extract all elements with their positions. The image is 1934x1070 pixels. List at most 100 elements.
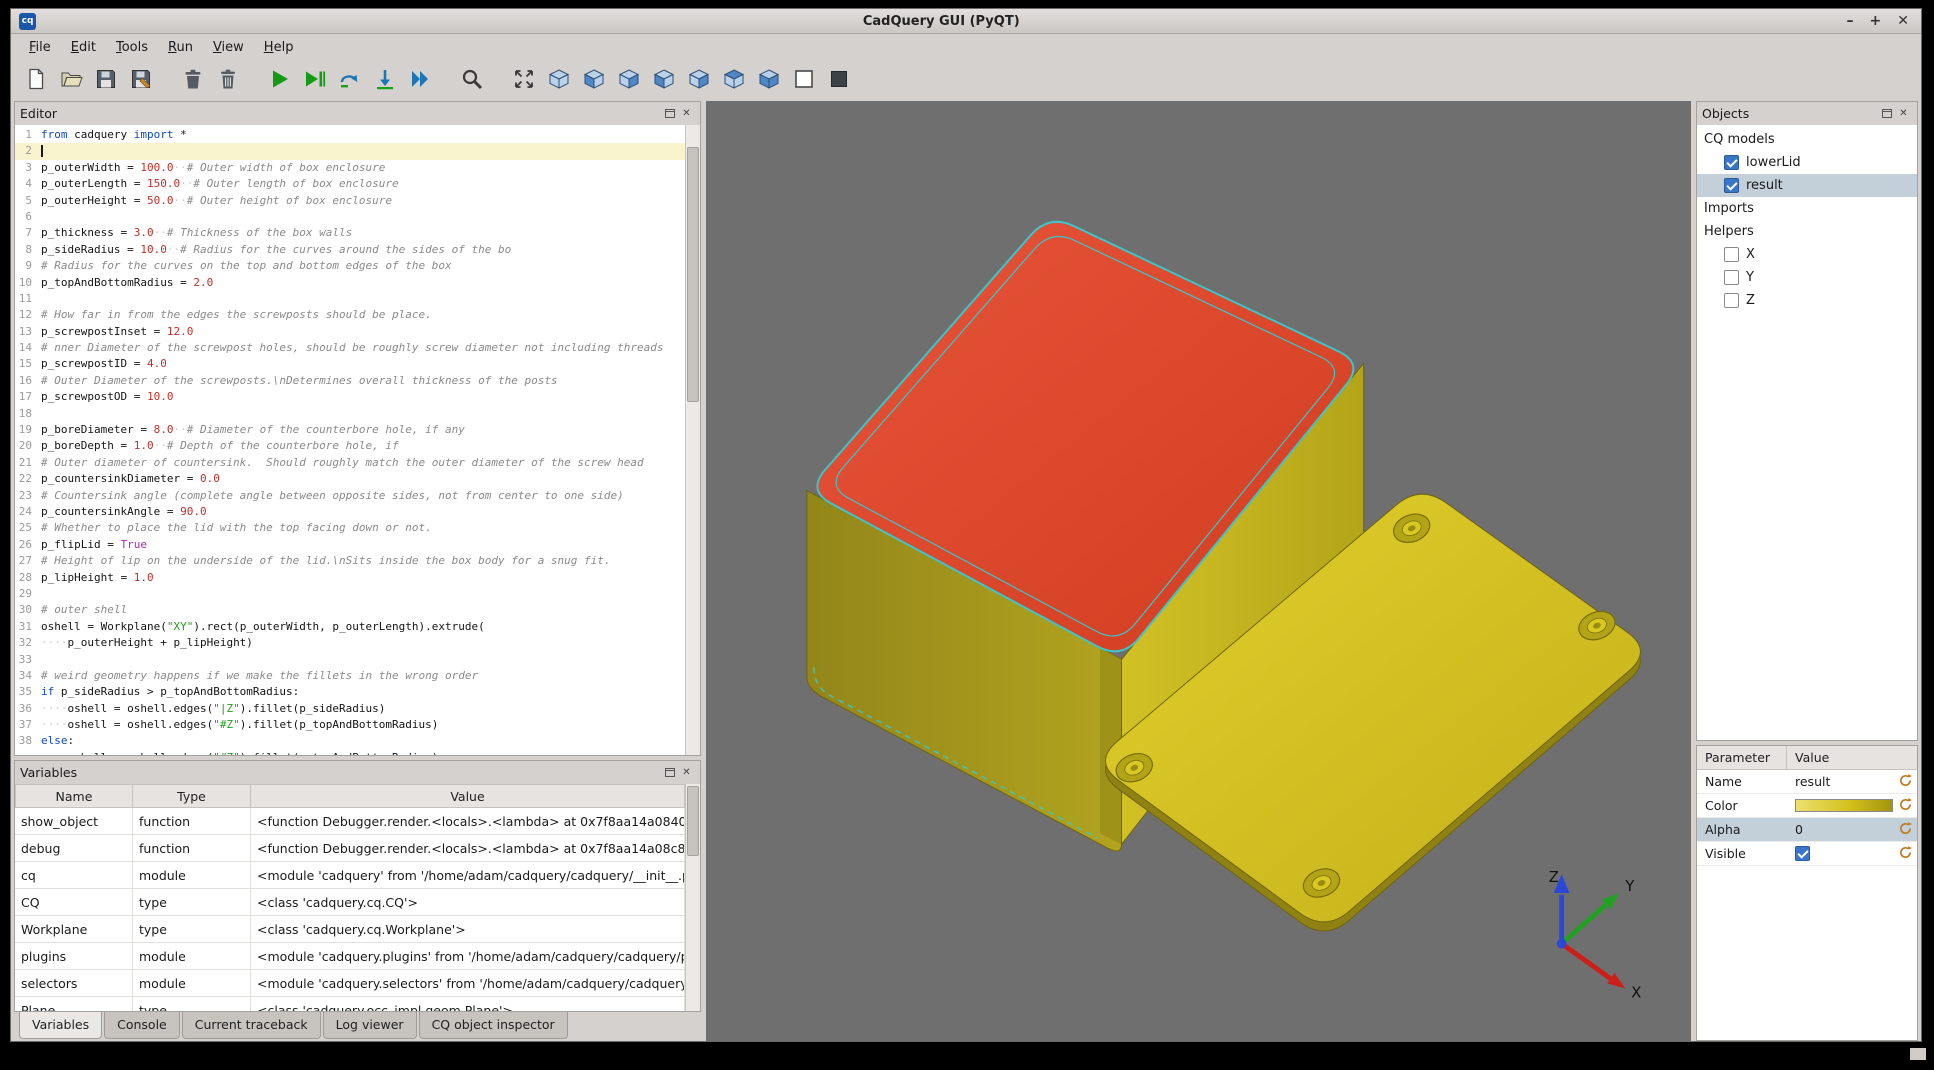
table-row[interactable]: show_objectfunction<function Debugger.re… bbox=[15, 808, 685, 835]
reset-button[interactable] bbox=[1893, 821, 1917, 839]
tab-variables[interactable]: Variables bbox=[19, 1012, 102, 1039]
code-line[interactable]: 5p_outerHeight = 50.0··# Outer height of… bbox=[15, 193, 685, 209]
result-checkbox[interactable] bbox=[1724, 178, 1739, 193]
code-line[interactable]: 14# nner Diameter of the screwpost holes… bbox=[15, 340, 685, 356]
code-line[interactable]: 29 bbox=[15, 586, 685, 602]
code-line[interactable]: 28p_lipHeight = 1.0 bbox=[15, 570, 685, 586]
view-iso-button[interactable] bbox=[544, 66, 574, 96]
objects-float-button[interactable] bbox=[1878, 106, 1895, 121]
variables-close-button[interactable]: ✕ bbox=[678, 765, 695, 780]
code-line[interactable]: 6 bbox=[15, 209, 685, 225]
visible-checkbox[interactable] bbox=[1795, 846, 1810, 861]
code-line[interactable]: 3p_outerWidth = 100.0··# Outer width of … bbox=[15, 160, 685, 176]
param-row-color[interactable]: Color bbox=[1697, 794, 1917, 818]
zoom-button[interactable] bbox=[457, 66, 487, 96]
code-line[interactable]: 21# Outer diameter of countersink. Shoul… bbox=[15, 455, 685, 471]
code-line[interactable]: 13p_screwpostInset = 12.0 bbox=[15, 324, 685, 340]
tab-current-traceback[interactable]: Current traceback bbox=[182, 1012, 321, 1039]
shaded-button[interactable] bbox=[824, 66, 854, 96]
tree-item-result[interactable]: result bbox=[1697, 174, 1917, 197]
x-checkbox[interactable] bbox=[1724, 247, 1739, 262]
save-as-button[interactable] bbox=[126, 66, 156, 96]
tab-console[interactable]: Console bbox=[104, 1012, 180, 1039]
run-button[interactable] bbox=[265, 66, 295, 96]
code-line[interactable]: 38else: bbox=[15, 733, 685, 749]
view-bottom-button[interactable] bbox=[754, 66, 784, 96]
view-top-button[interactable] bbox=[719, 66, 749, 96]
code-line[interactable]: 23# Countersink angle (complete angle be… bbox=[15, 488, 685, 504]
column-header-value[interactable]: Value bbox=[251, 784, 685, 808]
color-swatch[interactable] bbox=[1795, 799, 1893, 812]
wireframe-button[interactable] bbox=[789, 66, 819, 96]
menu-view[interactable]: View bbox=[203, 36, 254, 59]
code-line[interactable]: 32····p_outerHeight + p_lipHeight) bbox=[15, 635, 685, 651]
editor-float-button[interactable] bbox=[661, 106, 678, 121]
code-line[interactable]: ····oshell = oshell.edges("#Z").fillet(p… bbox=[15, 750, 685, 755]
code-line[interactable]: 8p_sideRadius = 10.0··# Radius for the c… bbox=[15, 242, 685, 258]
code-line[interactable]: 24p_countersinkAngle = 90.0 bbox=[15, 504, 685, 520]
z-checkbox[interactable] bbox=[1724, 293, 1739, 308]
reset-button[interactable] bbox=[1893, 797, 1917, 815]
code-line[interactable]: 22p_countersinkDiameter = 0.0 bbox=[15, 471, 685, 487]
variables-scrollbar[interactable] bbox=[685, 784, 700, 1011]
open-file-button[interactable] bbox=[56, 66, 86, 96]
code-area[interactable]: 1from cadquery import *23p_outerWidth = … bbox=[15, 125, 685, 755]
tree-item-y[interactable]: Y bbox=[1697, 266, 1917, 289]
table-row[interactable]: Workplanetype<class 'cadquery.cq.Workpla… bbox=[15, 916, 685, 943]
variables-scrollbar-thumb[interactable] bbox=[687, 786, 699, 856]
menu-help[interactable]: Help bbox=[254, 36, 304, 59]
menu-edit[interactable]: Edit bbox=[61, 36, 106, 59]
clear-button[interactable] bbox=[178, 66, 208, 96]
code-line[interactable]: 33 bbox=[15, 652, 685, 668]
tab-cq-object-inspector[interactable]: CQ object inspector bbox=[419, 1012, 568, 1039]
code-line[interactable]: 1from cadquery import * bbox=[15, 127, 685, 143]
new-file-button[interactable] bbox=[21, 66, 51, 96]
editor-close-button[interactable]: ✕ bbox=[678, 106, 695, 121]
code-line[interactable]: 11 bbox=[15, 291, 685, 307]
close-button[interactable]: ✕ bbox=[1897, 14, 1909, 28]
table-row[interactable]: Planetype<class 'cadquery.occ_impl.geom.… bbox=[15, 997, 685, 1011]
save-button[interactable] bbox=[91, 66, 121, 96]
view-left-button[interactable] bbox=[649, 66, 679, 96]
maximize-button[interactable]: + bbox=[1870, 14, 1882, 28]
resize-grip[interactable] bbox=[1910, 1048, 1926, 1060]
tree-item-lowerlid[interactable]: lowerLid bbox=[1697, 151, 1917, 174]
code-line[interactable]: 2 bbox=[15, 143, 685, 159]
param-row-visible[interactable]: Visible bbox=[1697, 842, 1917, 866]
tree-item-z[interactable]: Z bbox=[1697, 289, 1917, 312]
view-back-button[interactable] bbox=[614, 66, 644, 96]
continue-button[interactable] bbox=[405, 66, 435, 96]
code-line[interactable]: 16# Outer Diameter of the screwposts.\nD… bbox=[15, 373, 685, 389]
code-line[interactable]: 10p_topAndBottomRadius = 2.0 bbox=[15, 275, 685, 291]
editor-scrollbar[interactable] bbox=[685, 125, 700, 755]
fit-all-button[interactable] bbox=[509, 66, 539, 96]
debug-button[interactable] bbox=[300, 66, 330, 96]
code-line[interactable]: 36····oshell = oshell.edges("|Z").fillet… bbox=[15, 701, 685, 717]
viewport-3d[interactable]: Z Y X bbox=[706, 101, 1691, 1041]
code-line[interactable]: 35if p_sideRadius > p_topAndBottomRadius… bbox=[15, 684, 685, 700]
tree-item-x[interactable]: X bbox=[1697, 243, 1917, 266]
table-row[interactable]: CQtype<class 'cadquery.cq.CQ'> bbox=[15, 889, 685, 916]
variables-float-button[interactable] bbox=[661, 765, 678, 780]
code-line[interactable]: 26p_flipLid = True bbox=[15, 537, 685, 553]
code-line[interactable]: 4p_outerLength = 150.0··# Outer length o… bbox=[15, 176, 685, 192]
code-line[interactable]: 12# How far in from the edges the screwp… bbox=[15, 307, 685, 323]
minimize-button[interactable]: – bbox=[1847, 14, 1854, 28]
code-line[interactable]: 25# Whether to place the lid with the to… bbox=[15, 520, 685, 536]
code-line[interactable]: 9# Radius for the curves on the top and … bbox=[15, 258, 685, 274]
code-line[interactable]: 18 bbox=[15, 406, 685, 422]
code-line[interactable]: 7p_thickness = 3.0··# Thickness of the b… bbox=[15, 225, 685, 241]
view-right-button[interactable] bbox=[684, 66, 714, 96]
param-row-name[interactable]: Nameresult bbox=[1697, 770, 1917, 794]
code-line[interactable]: 37····oshell = oshell.edges("#Z").fillet… bbox=[15, 717, 685, 733]
menu-tools[interactable]: Tools bbox=[106, 36, 158, 59]
menu-file[interactable]: File bbox=[19, 36, 61, 59]
reset-button[interactable] bbox=[1893, 845, 1917, 863]
editor-scrollbar-thumb[interactable] bbox=[687, 147, 699, 402]
code-line[interactable]: 34# weird geometry happens if we make th… bbox=[15, 668, 685, 684]
lowerlid-checkbox[interactable] bbox=[1724, 155, 1739, 170]
code-line[interactable]: 27# Height of lip on the underside of th… bbox=[15, 553, 685, 569]
objects-close-button[interactable]: ✕ bbox=[1895, 106, 1912, 121]
step-over-button[interactable] bbox=[335, 66, 365, 96]
table-row[interactable]: pluginsmodule<module 'cadquery.plugins' … bbox=[15, 943, 685, 970]
